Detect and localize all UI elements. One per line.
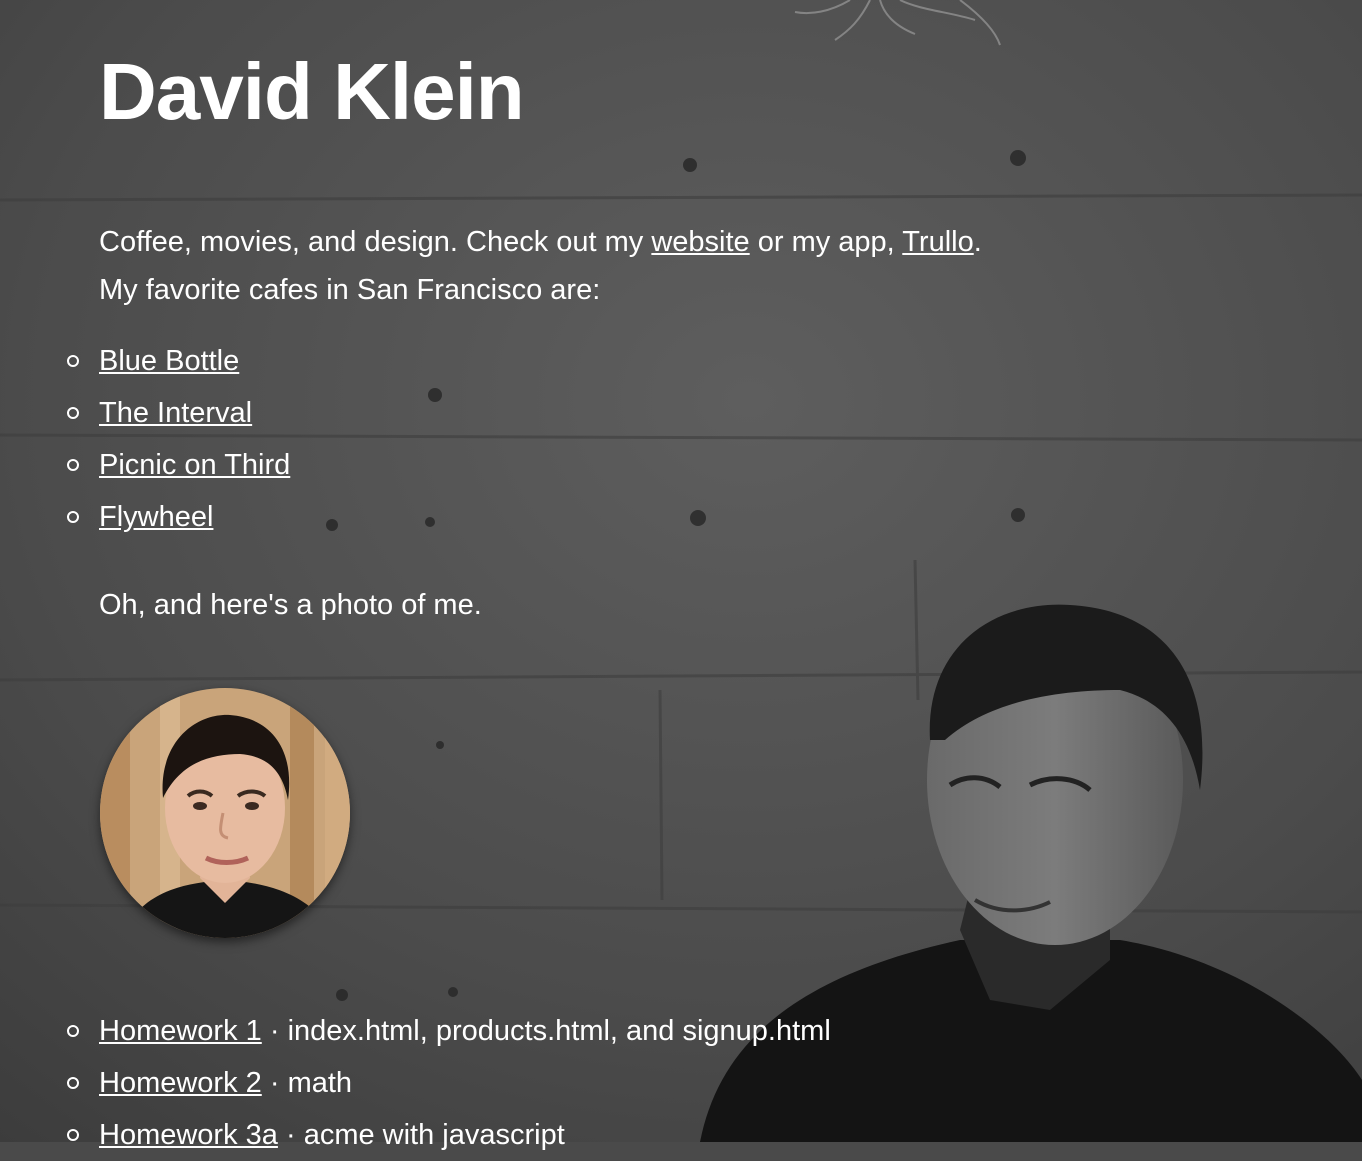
homework-separator: · (261, 1015, 288, 1047)
list-item: Homework 3a · acme with javascript (67, 1109, 831, 1161)
list-item: Blue Bottle (67, 335, 290, 387)
cafe-link-the-interval[interactable]: The Interval (99, 397, 252, 429)
homework-3a-link[interactable]: Homework 3a (99, 1119, 278, 1151)
intro-end: . (973, 226, 982, 258)
homework-separator: · (261, 1067, 288, 1099)
homework-list: Homework 1 · index.html, products.html, … (67, 1005, 831, 1161)
trullo-app-link[interactable]: Trullo (902, 226, 973, 258)
homework-1-link[interactable]: Homework 1 (99, 1015, 262, 1047)
avatar-portrait-image (100, 688, 350, 938)
intro-prefix: Coffee, movies, and design. Check out my (99, 226, 652, 258)
list-item: The Interval (67, 387, 290, 439)
homework-2-link[interactable]: Homework 2 (99, 1067, 262, 1099)
avatar (100, 688, 350, 938)
cafe-link-flywheel[interactable]: Flywheel (99, 501, 213, 533)
list-item: Homework 2 · math (67, 1057, 831, 1109)
website-link[interactable]: website (651, 226, 749, 258)
list-item: Picnic on Third (67, 439, 290, 491)
page-title: David Klein (99, 47, 525, 136)
list-item: Homework 1 · index.html, products.html, … (67, 1005, 831, 1057)
cafes-intro: My favorite cafes in San Francisco are: (99, 274, 601, 306)
cafe-list: Blue Bottle The Interval Picnic on Third… (67, 335, 290, 543)
intro-paragraph: Coffee, movies, and design. Check out my… (99, 218, 1199, 314)
photo-note: Oh, and here's a photo of me. (99, 589, 482, 621)
homework-description: index.html, products.html, and signup.ht… (287, 1015, 831, 1047)
page-content: David Klein Coffee, movies, and design. … (0, 0, 1362, 1151)
intro-middle: or my app, (749, 226, 903, 258)
homework-description: math (287, 1067, 353, 1099)
homework-separator: · (277, 1119, 304, 1151)
list-item: Flywheel (67, 491, 290, 543)
cafe-link-picnic-on-third[interactable]: Picnic on Third (99, 449, 290, 481)
cafe-link-blue-bottle[interactable]: Blue Bottle (99, 345, 239, 377)
homework-description: acme with javascript (303, 1119, 565, 1151)
